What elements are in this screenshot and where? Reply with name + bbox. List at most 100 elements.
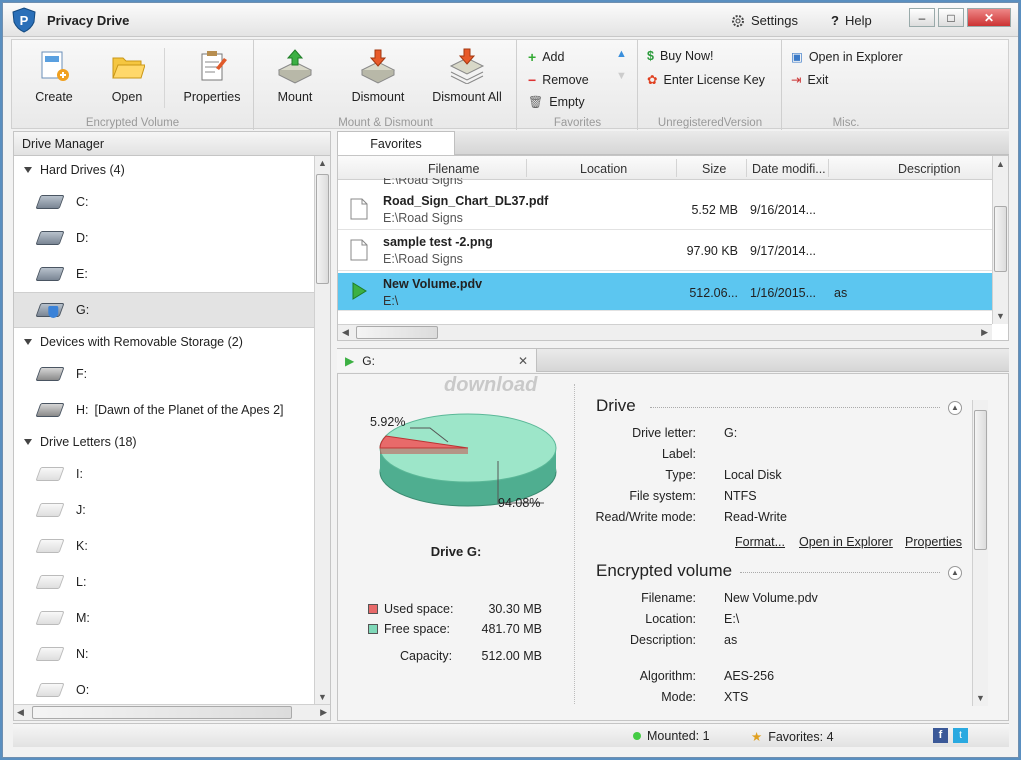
- ribbon-group-mount: Mount Dismount Dismount All Mount & Dism…: [255, 40, 517, 130]
- drive-item-m[interactable]: M:: [14, 600, 314, 636]
- format-link[interactable]: Format...: [735, 535, 785, 549]
- scroll-thumb[interactable]: [32, 706, 292, 719]
- help-link[interactable]: ? Help: [831, 13, 872, 28]
- twitter-icon[interactable]: t: [953, 728, 968, 743]
- create-label: Create: [35, 90, 73, 104]
- legend-free: Free space:: [368, 622, 450, 636]
- move-down-icon[interactable]: ▼: [616, 70, 627, 82]
- drive-item-k[interactable]: K:: [14, 528, 314, 564]
- file-list-hscrollbar[interactable]: ◀ ▶: [338, 324, 992, 340]
- dismount-button[interactable]: Dismount: [343, 48, 413, 104]
- drive-manager-title: Drive Manager: [14, 132, 330, 156]
- drive-tree-vscrollbar[interactable]: ▲ ▼: [314, 156, 330, 704]
- buy-now-button[interactable]: $ Buy Now!: [647, 49, 713, 63]
- tab-favorites[interactable]: Favorites: [337, 131, 455, 155]
- open-button[interactable]: Open: [97, 48, 157, 104]
- file-row-selected[interactable]: New Volume.pdv E:\ 512.06... 1/16/2015..…: [338, 273, 992, 311]
- unused-drive-icon: [35, 647, 65, 661]
- field-key: File system:: [629, 489, 696, 503]
- facebook-icon[interactable]: f: [933, 728, 948, 743]
- open-in-explorer-link[interactable]: Open in Explorer: [799, 535, 893, 549]
- drive-item-g[interactable]: G:: [14, 292, 314, 328]
- drive-item-h[interactable]: H: [Dawn of the Planet of the Apes 2]: [14, 392, 314, 428]
- app-logo-icon: P: [12, 7, 36, 33]
- drive-item-j[interactable]: J:: [14, 492, 314, 528]
- remove-favorite-button[interactable]: − Remove: [528, 72, 589, 88]
- drive-item-l[interactable]: L:: [14, 564, 314, 600]
- field-key: Filename:: [641, 591, 696, 605]
- scroll-down-arrow-icon[interactable]: ▼: [318, 692, 327, 702]
- add-favorite-button[interactable]: + Add: [528, 49, 564, 65]
- legend-used: Used space:: [368, 602, 453, 616]
- drive-item-o[interactable]: O:: [14, 672, 314, 704]
- collapse-volume-icon[interactable]: ▲: [948, 566, 962, 580]
- main-window: P Privacy Drive Settings ? Help – □ ✕ Cr…: [2, 2, 1019, 758]
- properties-button[interactable]: Properties: [177, 48, 247, 104]
- scroll-left-arrow-icon[interactable]: ◀: [17, 707, 24, 718]
- scroll-up-arrow-icon[interactable]: ▲: [996, 159, 1005, 169]
- drive-label: H:: [76, 403, 89, 417]
- tree-group-hard-drives[interactable]: Hard Drives (4): [14, 156, 314, 184]
- maximize-button[interactable]: □: [938, 8, 964, 27]
- collapse-drive-icon[interactable]: ▲: [948, 401, 962, 415]
- dismount-all-button[interactable]: Dismount All: [425, 48, 509, 104]
- close-button[interactable]: ✕: [967, 8, 1011, 27]
- help-label: Help: [844, 13, 872, 28]
- dismount-all-icon: [449, 48, 485, 84]
- scroll-left-arrow-icon[interactable]: ◀: [342, 327, 349, 338]
- drive-item-d[interactable]: D:: [14, 220, 314, 256]
- removable-drive-icon: [35, 367, 65, 381]
- minimize-button[interactable]: –: [909, 8, 935, 27]
- used-swatch-icon: [368, 604, 378, 614]
- title-bar: P Privacy Drive Settings ? Help – □ ✕: [3, 3, 1018, 37]
- tree-group-drive-letters[interactable]: Drive Letters (18): [14, 428, 314, 456]
- tree-group-removable[interactable]: Devices with Removable Storage (2): [14, 328, 314, 356]
- ribbon-group-label: Encrypted Volume: [85, 117, 180, 129]
- scroll-down-arrow-icon[interactable]: ▼: [996, 311, 1005, 321]
- column-description[interactable]: Description: [898, 162, 961, 176]
- scroll-thumb[interactable]: [974, 410, 987, 550]
- mount-button[interactable]: Mount: [265, 48, 325, 104]
- add-label: Add: [542, 50, 565, 64]
- drive-item-c[interactable]: C:: [14, 184, 314, 220]
- field-key: Read/Write mode:: [595, 510, 696, 524]
- column-date-modified[interactable]: Date modifi...: [752, 162, 826, 176]
- volume-description-value: as: [724, 633, 738, 647]
- drive-label: L:: [76, 575, 87, 589]
- drive-item-f[interactable]: F:: [14, 356, 314, 392]
- file-list-vscrollbar[interactable]: ▲ ▼: [992, 156, 1008, 324]
- detail-vscrollbar[interactable]: ▼: [972, 400, 988, 706]
- settings-link[interactable]: Settings: [731, 13, 798, 28]
- move-up-icon[interactable]: ▲: [616, 48, 627, 60]
- unused-drive-icon: [35, 503, 65, 517]
- drive-label: F:: [76, 367, 88, 381]
- document-icon: [350, 239, 368, 261]
- open-in-explorer-button[interactable]: ▣ Open in Explorer: [791, 49, 903, 65]
- drive-chart-title: Drive G:: [430, 544, 482, 559]
- scroll-thumb[interactable]: [356, 326, 438, 339]
- properties-link[interactable]: Properties: [905, 535, 962, 549]
- field-key: Description:: [630, 633, 696, 647]
- drive-tree-hscrollbar[interactable]: ◀ ▶: [14, 704, 330, 720]
- enter-license-button[interactable]: ✿ Enter License Key: [647, 72, 765, 88]
- tab-drive-g[interactable]: ▶ G: ✕: [337, 349, 537, 372]
- scroll-down-arrow-icon[interactable]: ▼: [976, 693, 985, 703]
- file-row[interactable]: sample test -2.png E:\Road Signs 97.90 K…: [338, 231, 992, 271]
- exit-button[interactable]: ⇥ Exit: [791, 72, 828, 88]
- scroll-thumb[interactable]: [994, 206, 1007, 272]
- create-button[interactable]: Create: [24, 48, 84, 104]
- close-tab-icon[interactable]: ✕: [518, 354, 528, 368]
- drive-item-e[interactable]: E:: [14, 256, 314, 292]
- scroll-right-arrow-icon[interactable]: ▶: [320, 707, 327, 718]
- empty-favorites-button[interactable]: 🗑 Empty: [528, 95, 585, 109]
- capacity-label: Capacity:: [400, 649, 453, 663]
- column-location[interactable]: Location: [580, 162, 627, 176]
- scroll-thumb[interactable]: [316, 174, 329, 284]
- scroll-right-arrow-icon[interactable]: ▶: [981, 327, 988, 338]
- drive-item-n[interactable]: N:: [14, 636, 314, 672]
- drive-item-i[interactable]: I:: [14, 456, 314, 492]
- scroll-up-arrow-icon[interactable]: ▲: [318, 158, 327, 168]
- file-row[interactable]: Road_Sign_Chart_DL37.pdf E:\Road Signs 5…: [338, 190, 992, 230]
- column-filename[interactable]: Filename: [428, 162, 479, 176]
- column-size[interactable]: Size: [702, 162, 726, 176]
